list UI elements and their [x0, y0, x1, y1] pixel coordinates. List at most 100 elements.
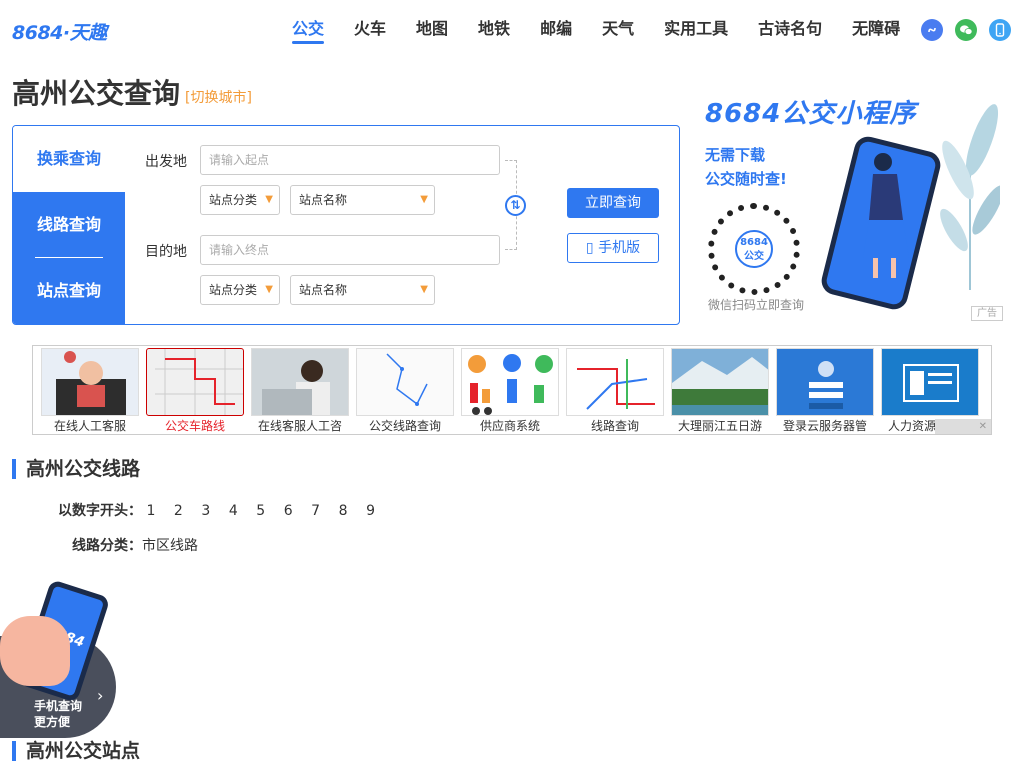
lines-section-title: 高州公交线路: [12, 459, 140, 479]
hand-illustration: [0, 616, 70, 686]
operator-thumbnail: [251, 348, 349, 416]
to-label: 目的地: [145, 244, 187, 260]
banner-item[interactable]: 公交线路查询: [356, 348, 454, 434]
mobile-version-label: 手机版: [598, 240, 641, 256]
promo-text: 手机查询 更方便: [34, 698, 82, 730]
banner-caption: 公交线路查询: [368, 419, 441, 433]
page-title: 高州公交查询: [12, 77, 181, 110]
mobile-promo-widget[interactable]: 8684 手机查询 更方便 ›: [0, 579, 118, 738]
tab-station[interactable]: 站点查询: [13, 258, 125, 324]
banner-caption: 登录云服务器管: [782, 419, 867, 433]
from-category-value: 站点分类: [209, 193, 258, 207]
number-link[interactable]: 2: [174, 503, 197, 519]
from-station-select[interactable]: 站点名称 ▼: [290, 185, 435, 215]
promo-line-1: 手机查询: [34, 699, 83, 713]
switch-city-link[interactable]: [切换城市]: [185, 87, 252, 107]
mini-program-ad[interactable]: 8684公交小程序 无需下载 公交随时查! 8684 公交 微信扫码立即查询 广…: [700, 90, 1005, 323]
banner-caption: 在线人工客服: [53, 419, 126, 433]
number-filter-label: 以数字开头：: [58, 503, 142, 519]
banner-item[interactable]: 线路查询: [566, 348, 664, 434]
nav-poems[interactable]: 古诗名句: [758, 18, 822, 44]
person-illustration: [863, 150, 923, 280]
line-network-thumbnail: [566, 348, 664, 416]
chevron-down-icon: ▼: [265, 194, 273, 205]
number-link[interactable]: 1: [146, 503, 169, 519]
close-ad-icon[interactable]: ✕: [935, 419, 991, 434]
chevron-down-icon: ▼: [420, 284, 428, 295]
to-input[interactable]: 请输入终点: [200, 235, 500, 265]
ad-title: 8684公交小程序: [705, 99, 917, 129]
number-link[interactable]: 3: [201, 503, 224, 519]
tab-line[interactable]: 线路查询: [13, 192, 125, 258]
to-station-select[interactable]: 站点名称 ▼: [290, 275, 435, 305]
mobile-icon[interactable]: [989, 19, 1011, 41]
nav-accessibility[interactable]: 无障碍: [852, 18, 900, 44]
tab-group-blue: 线路查询 站点查询: [13, 192, 125, 324]
swap-icon[interactable]: ⇅: [505, 195, 526, 216]
nav-postcode[interactable]: 邮编: [540, 18, 572, 44]
image-ad-banner: 在线人工客服 公交车路线 在线客服人工咨 公交线路查询 供应商系统 线路查询 大…: [32, 345, 992, 435]
mobile-version-button[interactable]: ▯ 手机版: [567, 233, 659, 263]
to-station-value: 站点名称: [299, 283, 348, 297]
qr-caption: 微信扫码立即查询: [708, 298, 805, 312]
cloud-login-thumbnail: [776, 348, 874, 416]
ad-subtitle-2: 公交随时查!: [705, 170, 787, 188]
from-category-select[interactable]: 站点分类 ▼: [200, 185, 280, 215]
ad-subtitle-1: 无需下载: [705, 146, 766, 164]
bus-line-thumbnail: [356, 348, 454, 416]
number-link[interactable]: 7: [311, 503, 334, 519]
route-map-thumbnail: [146, 348, 244, 416]
plant-illustration: [940, 100, 1004, 290]
from-station-value: 站点名称: [299, 193, 348, 207]
header-icons: [921, 19, 1023, 41]
number-link[interactable]: 9: [366, 503, 389, 519]
hr-system-thumbnail: [881, 348, 979, 416]
customer-service-thumbnail: [41, 348, 139, 416]
banner-item[interactable]: 在线客服人工咨: [251, 348, 349, 434]
from-input[interactable]: 请输入起点: [200, 145, 500, 175]
banner-item[interactable]: 大理丽江五日游: [671, 348, 769, 434]
chevron-down-icon: ▼: [265, 284, 273, 295]
banner-caption: 供应商系统: [479, 419, 540, 433]
chevron-down-icon: ▼: [420, 194, 428, 205]
lijiang-scenery-thumbnail: [671, 348, 769, 416]
category-filter: 线路分类：市区线路: [72, 535, 198, 555]
site-logo[interactable]: 8684·天趣: [12, 18, 107, 45]
main-nav: 公交 火车 地图 地铁 邮编 天气 实用工具 古诗名句 无障碍: [292, 18, 930, 44]
site-header: 8684·天趣 公交 火车 地图 地铁 邮编 天气 实用工具 古诗名句 无障碍: [0, 0, 1024, 60]
nav-tools[interactable]: 实用工具: [664, 18, 728, 44]
query-tabs: 换乘查询 线路查询 站点查询: [13, 126, 125, 324]
number-link[interactable]: 6: [284, 503, 307, 519]
promo-line-2: 更方便: [34, 715, 71, 729]
category-link[interactable]: 市区线路: [142, 538, 198, 554]
banner-item[interactable]: 在线人工客服: [41, 348, 139, 434]
ad-badge: 广告: [971, 306, 1003, 321]
banner-caption: 公交车路线: [164, 419, 225, 433]
banner-caption: 线路查询: [590, 419, 639, 433]
nav-subway[interactable]: 地铁: [478, 18, 510, 44]
phone-icon: ▯: [585, 240, 599, 256]
number-link[interactable]: 5: [256, 503, 279, 519]
banner-caption: 大理丽江五日游: [677, 419, 762, 433]
nav-bus[interactable]: 公交: [292, 18, 325, 44]
from-label: 出发地: [145, 154, 187, 170]
nav-map[interactable]: 地图: [416, 18, 448, 44]
wechat-icon[interactable]: [955, 19, 977, 41]
number-link[interactable]: 4: [229, 503, 252, 519]
nav-train[interactable]: 火车: [354, 18, 386, 44]
banner-caption: 在线客服人工咨: [257, 419, 342, 433]
number-link[interactable]: 8: [339, 503, 362, 519]
banner-item[interactable]: 供应商系统: [461, 348, 559, 434]
stations-section-title: 高州公交站点: [12, 741, 140, 761]
submit-query-button[interactable]: 立即查询: [567, 188, 659, 218]
nav-weather[interactable]: 天气: [602, 18, 634, 44]
chevron-right-icon: ›: [97, 686, 104, 705]
banner-item-selected[interactable]: 公交车路线: [146, 348, 244, 434]
number-filter: 以数字开头： 1 2 3 4 5 6 7 8 9: [58, 500, 389, 520]
banner-item[interactable]: 登录云服务器管: [776, 348, 874, 434]
qr-center-logo: 8684 公交: [735, 230, 773, 268]
tab-transfer[interactable]: 换乘查询: [13, 126, 125, 192]
to-category-value: 站点分类: [209, 283, 258, 297]
to-category-select[interactable]: 站点分类 ▼: [200, 275, 280, 305]
mini-program-icon[interactable]: [921, 19, 943, 41]
